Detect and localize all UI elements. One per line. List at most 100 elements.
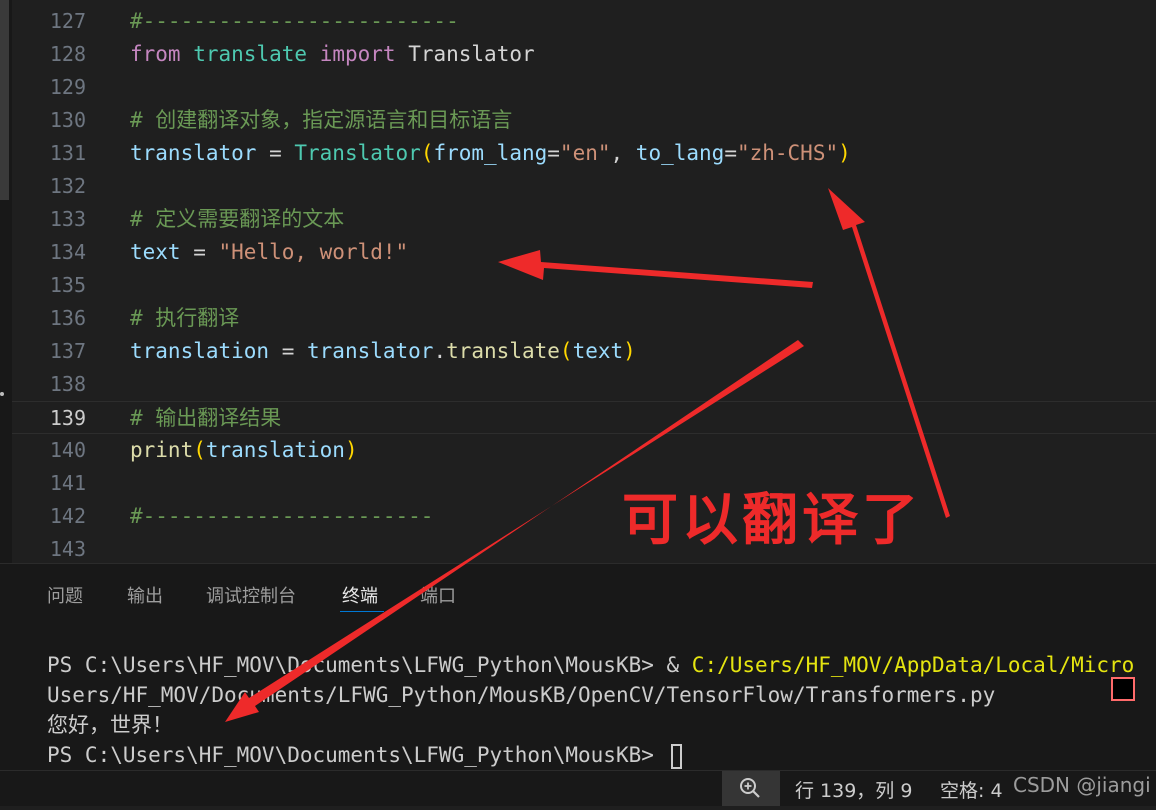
code-line[interactable]: 136 # 执行翻译 — [12, 302, 1156, 335]
code-line[interactable]: 132 — [12, 170, 1156, 203]
terminal-line-2: Users/HF_MOV/Documents/LFWG_Python/MousK… — [47, 683, 996, 707]
code-editor[interactable]: 127 #------------------------- 128 from tra… — [12, 0, 1156, 563]
code-token: 创建翻译对象，指定源语言和目标语言 — [155, 108, 513, 132]
code-line[interactable]: 143 — [12, 533, 1156, 566]
edge-dot — [0, 392, 4, 396]
line-number: 138 — [49, 372, 86, 396]
code-token: ) — [623, 339, 636, 363]
line-number: 127 — [49, 9, 86, 33]
code-line[interactable]: 139 # 输出翻译结果 — [12, 401, 1156, 434]
line-number: 132 — [49, 174, 86, 198]
line-number: 140 — [49, 438, 86, 462]
code-line[interactable]: 129 — [12, 71, 1156, 104]
code-token: "Hello, world!" — [218, 240, 409, 264]
code-line[interactable]: 142 #----------------------- — [12, 500, 1156, 533]
zoom-button[interactable] — [722, 771, 780, 806]
code-line[interactable]: 137 translation = translator.translate(te… — [12, 335, 1156, 368]
code-token: # — [130, 108, 156, 132]
code-line[interactable]: 128 from translate import Translator — [12, 38, 1156, 71]
code-token: import — [319, 42, 396, 66]
bottom-panel: 问题 输出 调试控制台 终端 端口 PS C:\Users\HF_MOV\Doc… — [0, 563, 1156, 771]
code-token: ) — [344, 438, 358, 462]
code-token: = — [269, 339, 308, 363]
line-number: 128 — [49, 42, 86, 66]
code-line[interactable]: 141 — [12, 467, 1156, 500]
code-line[interactable]: 130 # 创建翻译对象，指定源语言和目标语言 — [12, 104, 1156, 137]
tab-problems[interactable]: 问题 — [47, 582, 83, 608]
line-number: 129 — [49, 75, 86, 99]
code-line[interactable]: 133 # 定义需要翻译的文本 — [12, 203, 1156, 236]
code-token: Translator — [395, 42, 535, 66]
code-text: # 定义需要翻译的文本 — [130, 203, 344, 236]
code-token: to_lang — [635, 141, 725, 165]
line-number: 139 — [49, 406, 86, 430]
code-token: ( — [559, 339, 573, 363]
line-number: 142 — [49, 504, 86, 528]
terminal-exe-path: C:/Users/HF_MOV/AppData/Local/Micro — [691, 653, 1135, 677]
line-number: 136 — [49, 306, 86, 330]
code-token: # — [130, 306, 156, 330]
line-number: 134 — [49, 240, 86, 264]
terminal-cursor — [670, 743, 682, 769]
activity-edge — [0, 0, 12, 570]
line-number: 130 — [49, 108, 86, 132]
line-number: 141 — [49, 471, 86, 495]
tab-output[interactable]: 输出 — [127, 582, 163, 608]
tab-terminal[interactable]: 终端 — [342, 582, 378, 608]
code-token: from_lang — [433, 141, 548, 165]
status-bar: 行 139，列 9 空格: 4 CSDN @jiangi — [0, 770, 1156, 806]
code-text: #------------------------- — [130, 5, 459, 38]
code-token: # — [130, 207, 156, 231]
code-token: ( — [193, 438, 206, 462]
code-line[interactable]: 131 translator = Translator(from_lang="en… — [12, 137, 1156, 170]
terminal-output-line: 您好，世界！ — [47, 713, 173, 737]
line-number: 135 — [49, 273, 86, 297]
code-token: . — [433, 339, 447, 363]
active-tab-underline — [340, 611, 384, 612]
line-number: 131 — [49, 141, 86, 165]
terminal-prompt: PS C:\Users\HF_MOV\Documents\LFWG_Python… — [47, 653, 692, 677]
terminal-prompt-2: PS C:\Users\HF_MOV\Documents\LFWG_Python… — [47, 743, 667, 767]
code-text: text = "Hello, world!" — [130, 236, 408, 269]
code-token: translator — [307, 339, 434, 363]
code-text: # 执行翻译 — [130, 302, 239, 335]
code-line[interactable]: 140 print(translation) — [12, 434, 1156, 467]
code-token: = — [724, 141, 737, 165]
code-text: translator = Translator(from_lang="en", … — [130, 137, 851, 170]
code-line[interactable]: 135 — [12, 269, 1156, 302]
code-token: translate — [193, 42, 308, 66]
code-token: text — [130, 240, 181, 264]
code-token: 输出翻译结果 — [155, 406, 282, 430]
code-text: #----------------------- — [130, 500, 433, 533]
code-token: = — [256, 141, 295, 165]
indentation-setting[interactable]: 空格: 4 — [940, 776, 1003, 803]
code-token: , — [610, 141, 636, 165]
terminal-line-4[interactable]: PS C:\Users\HF_MOV\Documents\LFWG_Python… — [47, 740, 682, 770]
tab-debug-console[interactable]: 调试控制台 — [206, 582, 296, 608]
terminal-line-1: PS C:\Users\HF_MOV\Documents\LFWG_Python… — [47, 650, 1134, 680]
code-token: Translator — [294, 141, 421, 165]
code-token: ) — [838, 141, 851, 165]
code-token: 定义需要翻译的文本 — [155, 207, 345, 231]
code-token: text — [572, 339, 624, 363]
cursor-position[interactable]: 行 139，列 9 — [795, 776, 912, 803]
zoom-in-icon — [740, 778, 760, 798]
code-line[interactable]: 138 — [12, 368, 1156, 401]
code-token: translate — [446, 339, 560, 363]
code-text: from translate import Translator — [130, 38, 535, 71]
code-line[interactable]: 134 text = "Hello, world!" — [12, 236, 1156, 269]
code-text: # 创建翻译对象，指定源语言和目标语言 — [130, 104, 512, 137]
csdn-watermark: CSDN @jiangi — [1013, 773, 1151, 797]
code-token: translator — [130, 141, 257, 165]
tab-ports[interactable]: 端口 — [420, 582, 456, 608]
code-text: print(translation) — [130, 434, 358, 467]
panel-tabs: 问题 输出 调试控制台 终端 端口 — [0, 564, 1156, 620]
code-text: # 输出翻译结果 — [130, 402, 281, 435]
code-line[interactable]: 127 #------------------------- — [12, 5, 1156, 38]
code-token: ( — [420, 141, 434, 165]
line-number: 143 — [49, 537, 86, 561]
code-token: translation — [130, 339, 270, 363]
code-token: # — [130, 406, 156, 430]
